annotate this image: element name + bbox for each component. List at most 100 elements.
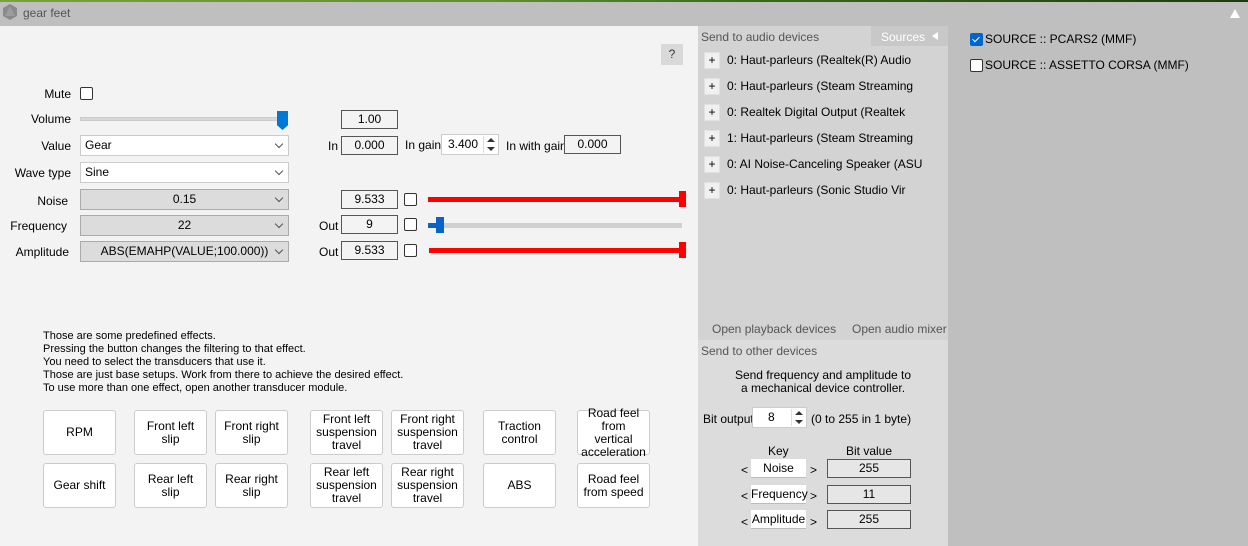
bit-output-hint: (0 to 255 in 1 byte)	[811, 412, 912, 426]
noise-select[interactable]: 0.15	[80, 189, 289, 210]
effect-road-feel-vertical-button[interactable]: Road feel from vertical acceleration	[577, 406, 650, 458]
bit-output-spinner[interactable]: 8	[752, 407, 807, 428]
spin-arrows[interactable]	[791, 409, 805, 426]
info-line: Pressing the button changes the filterin…	[43, 343, 306, 355]
bit-output-value: 8	[768, 410, 775, 424]
audio-device-item: +0: AI Noise-Canceling Speaker (ASU	[704, 154, 922, 174]
effect-rear-left-suspension-button[interactable]: Rear left suspension travel	[310, 463, 383, 508]
chevron-down-icon	[274, 139, 284, 149]
effect-front-right-suspension-button[interactable]: Front right suspension travel	[391, 410, 464, 455]
bit-value-amplitude: 255	[827, 510, 911, 529]
help-button[interactable]: ?	[661, 44, 683, 65]
key-noise[interactable]: Noise	[751, 459, 806, 478]
info-line: Those are some predefined effects.	[43, 330, 216, 342]
in-with-gain-label: In with gain	[506, 139, 567, 153]
value-select[interactable]: Gear	[80, 135, 289, 156]
chevron-down-icon	[274, 166, 284, 176]
volume-slider-track[interactable]	[80, 117, 285, 121]
next-key-button[interactable]: >	[810, 463, 817, 477]
collapse-arrow-icon[interactable]	[1230, 9, 1240, 18]
other-devices-header: Send to other devices	[701, 344, 818, 358]
effect-gear-shift-button[interactable]: Gear shift	[43, 463, 116, 508]
spin-up-icon[interactable]	[487, 138, 495, 142]
spin-arrows[interactable]	[483, 136, 497, 153]
noise-checkbox[interactable]	[404, 193, 417, 206]
volume-label: Volume	[30, 112, 71, 126]
title-bar[interactable]	[0, 2, 1248, 26]
audio-device-item: +0: Realtek Digital Output (Realtek	[704, 102, 905, 122]
frequency-level-fill	[428, 223, 436, 228]
key-amplitude[interactable]: Amplitude	[751, 510, 806, 529]
effect-rpm-button[interactable]: RPM	[43, 410, 116, 455]
source-checkbox[interactable]	[970, 58, 983, 72]
description-line: a mechanical device controller.	[740, 381, 906, 395]
add-device-button[interactable]: +	[704, 181, 720, 199]
frequency-select-text: 22	[177, 218, 192, 232]
effect-abs-button[interactable]: ABS	[483, 463, 556, 508]
amplitude-checkbox[interactable]	[404, 244, 417, 257]
source-checkbox-checked[interactable]	[970, 32, 983, 46]
frequency-level-track	[428, 223, 682, 228]
device-label: 0: Realtek Digital Output (Realtek	[727, 105, 906, 119]
spin-down-icon[interactable]	[487, 147, 495, 151]
effect-front-left-slip-button[interactable]: Front left slip	[134, 410, 207, 455]
effect-traction-control-button[interactable]: Traction control	[483, 410, 556, 455]
mute-checkbox[interactable]	[80, 87, 93, 100]
next-key-button[interactable]: >	[810, 515, 817, 529]
bit-value-frequency: 11	[827, 485, 911, 504]
effect-rear-left-slip-button[interactable]: Rear left slip	[134, 463, 207, 508]
effect-rear-right-suspension-button[interactable]: Rear right suspension travel	[391, 463, 464, 508]
frequency-out-value: 9	[341, 215, 398, 234]
sources-tab[interactable]: Sources	[871, 26, 948, 46]
in-value: 0.000	[341, 136, 398, 155]
other-devices-description: Send frequency and amplitude to a mechan…	[698, 369, 948, 395]
value-select-text: Gear	[85, 138, 112, 152]
noise-label: Noise	[37, 194, 68, 208]
frequency-checkbox[interactable]	[404, 218, 417, 231]
spin-down-icon[interactable]	[795, 420, 803, 424]
open-audio-mixer-link[interactable]: Open audio mixer	[852, 322, 947, 336]
chevron-down-icon	[274, 245, 284, 255]
frequency-out-label: Out	[319, 219, 339, 233]
chevron-down-icon	[274, 219, 284, 229]
prev-key-button[interactable]: <	[741, 515, 748, 529]
audio-device-item: +0: Haut-parleurs (Steam Streaming	[704, 76, 913, 96]
bit-value-noise: 255	[827, 459, 911, 478]
effect-rear-right-slip-button[interactable]: Rear right slip	[215, 463, 288, 508]
source-item[interactable]: SOURCE :: ASSETTO CORSA (MMF)	[970, 58, 1189, 72]
frequency-level-thumb[interactable]	[436, 217, 444, 233]
wave-type-select[interactable]: Sine	[80, 162, 289, 183]
noise-level-thumb[interactable]	[679, 191, 686, 207]
amplitude-select[interactable]: ABS(EMAHP(VALUE;100.000))	[80, 241, 289, 262]
amplitude-level-bar	[429, 248, 682, 253]
open-playback-devices-link[interactable]: Open playback devices	[712, 322, 836, 336]
sources-tab-label: Sources	[881, 30, 926, 44]
frequency-select[interactable]: 22	[80, 215, 289, 236]
effect-front-left-suspension-button[interactable]: Front left suspension travel	[310, 410, 383, 455]
in-gain-spinner[interactable]: 3.400	[441, 134, 499, 155]
add-device-button[interactable]: +	[704, 103, 720, 121]
device-label: 0: Haut-parleurs (Sonic Studio Vir	[727, 183, 906, 197]
spin-up-icon[interactable]	[795, 411, 803, 415]
effect-front-right-slip-button[interactable]: Front right slip	[215, 410, 288, 455]
wave-type-label: Wave type	[14, 166, 71, 180]
add-device-button[interactable]: +	[704, 129, 720, 147]
add-device-button[interactable]: +	[704, 51, 720, 69]
in-label: In	[328, 139, 339, 153]
device-label: 0: Haut-parleurs (Steam Streaming	[727, 79, 914, 93]
source-label: SOURCE :: ASSETTO CORSA (MMF)	[985, 58, 1189, 72]
effect-road-feel-speed-button[interactable]: Road feel from speed	[577, 463, 650, 508]
amplitude-level-thumb[interactable]	[679, 242, 686, 258]
next-key-button[interactable]: >	[810, 489, 817, 503]
sources-panel	[948, 26, 1248, 546]
source-item[interactable]: SOURCE :: PCARS2 (MMF)	[970, 32, 1136, 46]
add-device-button[interactable]: +	[704, 77, 720, 95]
prev-key-button[interactable]: <	[741, 489, 748, 503]
in-gain-value: 3.400	[448, 137, 479, 151]
amplitude-out-label: Out	[319, 245, 339, 259]
info-line: You need to select the transducers that …	[43, 356, 266, 368]
key-frequency[interactable]: Frequency	[751, 485, 808, 504]
noise-level-bar	[428, 197, 682, 202]
add-device-button[interactable]: +	[704, 155, 720, 173]
prev-key-button[interactable]: <	[741, 463, 748, 477]
